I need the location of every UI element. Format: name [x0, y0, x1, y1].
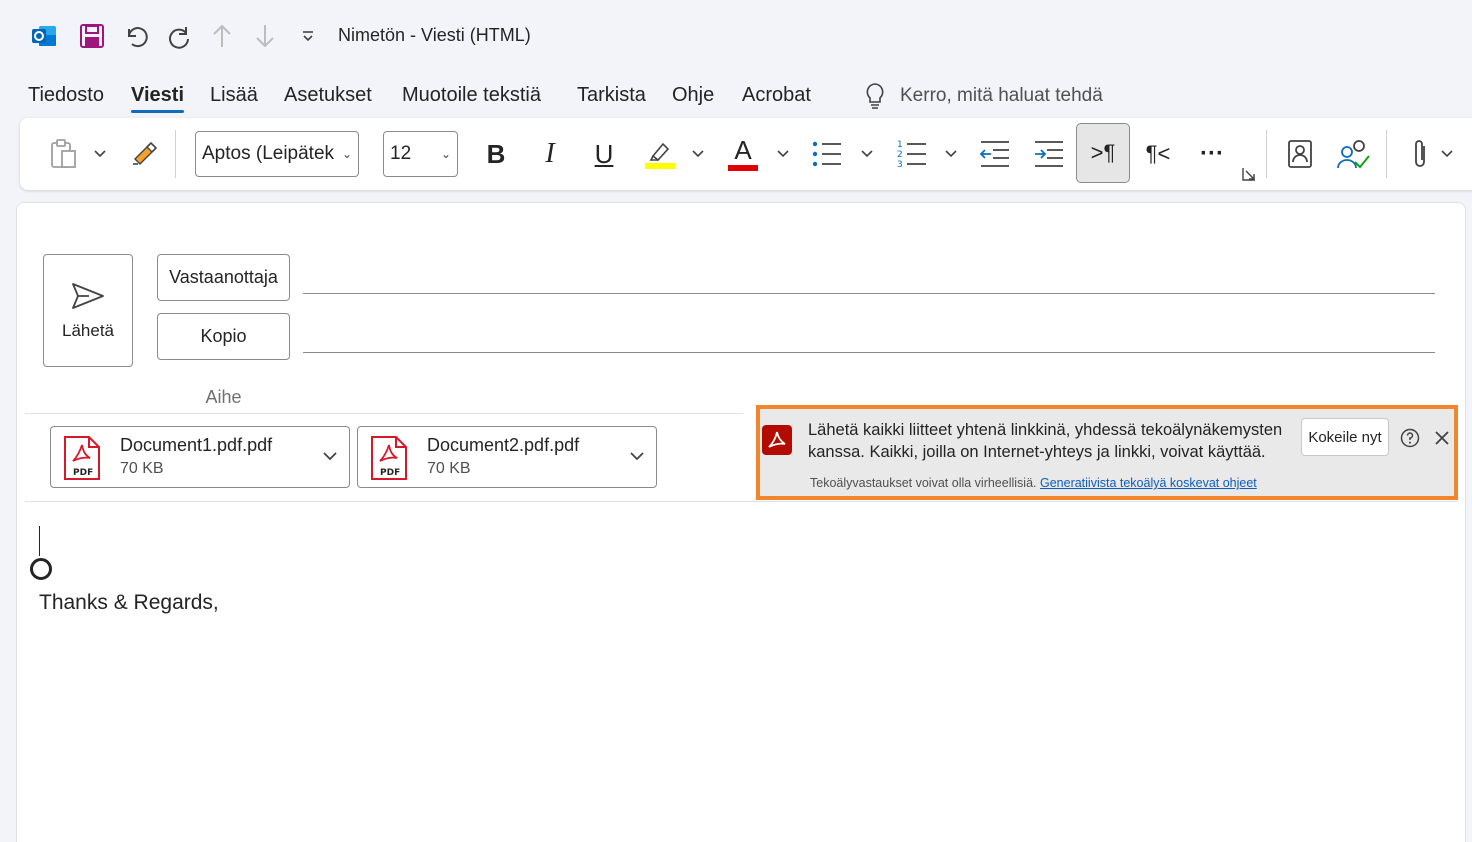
subject-label: Aihe — [205, 387, 242, 407]
banner-disclaimer: Tekoälyvastaukset voivat olla virheellis… — [810, 476, 1257, 490]
rtl-direction-button[interactable]: ¶< — [1138, 134, 1178, 174]
chevron-down-icon[interactable] — [628, 447, 646, 465]
chevron-down-icon[interactable] — [321, 447, 339, 465]
tab-format-text[interactable]: Muotoile tekstiä — [402, 84, 541, 107]
attach-file-icon[interactable] — [1404, 118, 1436, 190]
title-bar: Nimetön - Viesti (HTML) — [0, 0, 1472, 72]
tab-help[interactable]: Ohje — [672, 84, 714, 107]
font-name-select[interactable]: Aptos (Leipätek ⌄ — [195, 131, 359, 177]
cc-button[interactable]: Kopio — [157, 313, 290, 360]
highlight-dropdown-icon[interactable] — [688, 118, 708, 190]
generative-ai-guidelines-link[interactable]: Generatiivista tekoälyä koskevat ohjeet — [1040, 476, 1257, 490]
font-color-label: A — [734, 135, 752, 165]
subject-input[interactable] — [303, 413, 743, 414]
acrobat-banner: Lähetä kaikki liitteet yhtenä linkkinä, … — [756, 405, 1458, 500]
decrease-indent-icon[interactable] — [976, 118, 1014, 190]
italic-button[interactable]: I — [532, 134, 568, 174]
font-color-button[interactable]: A — [724, 118, 762, 190]
tab-options[interactable]: Asetukset — [284, 84, 372, 107]
svg-text:2: 2 — [897, 150, 903, 160]
increase-indent-icon[interactable] — [1030, 118, 1068, 190]
try-now-button[interactable]: Kokeile nyt — [1301, 418, 1389, 456]
attachments-divider — [25, 501, 1457, 502]
tab-message[interactable]: Viesti — [131, 84, 184, 113]
ribbon-separator — [175, 130, 176, 178]
bullet-dropdown-icon[interactable] — [857, 118, 877, 190]
redo-icon[interactable] — [165, 22, 193, 50]
to-button[interactable]: Vastaanottaja — [157, 254, 290, 301]
arrow-up-icon[interactable] — [208, 22, 236, 50]
pdf-file-icon: PDF — [371, 436, 407, 480]
window-title: Nimetön - Viesti (HTML) — [338, 25, 531, 45]
send-label: Lähetä — [62, 320, 114, 340]
font-color-dropdown-icon[interactable] — [773, 118, 793, 190]
tab-review[interactable]: Tarkista — [577, 84, 646, 107]
banner-message: Lähetä kaikki liitteet yhtenä linkkinä, … — [808, 421, 1283, 461]
tab-insert[interactable]: Lisää — [210, 84, 258, 107]
dialog-launcher-icon[interactable] — [1239, 162, 1259, 186]
font-size-select[interactable]: 12 ⌄ — [383, 131, 458, 177]
attach-dropdown-icon[interactable] — [1438, 118, 1456, 190]
format-painter-icon[interactable] — [126, 118, 162, 190]
save-icon[interactable] — [78, 22, 106, 50]
outlook-app-icon — [30, 22, 58, 50]
chevron-down-icon: ⌄ — [440, 147, 451, 161]
tab-acrobat[interactable]: Acrobat — [742, 84, 811, 107]
subject-divider — [25, 413, 303, 414]
attachment-name: Document2.pdf.pdf — [427, 435, 580, 455]
svg-text:3: 3 — [897, 160, 903, 170]
font-size-value: 12 — [390, 143, 412, 164]
font-color-swatch — [728, 165, 758, 171]
svg-text:PDF: PDF — [380, 468, 400, 478]
to-input[interactable] — [303, 293, 1435, 294]
acrobat-logo-icon — [762, 425, 792, 455]
send-icon — [72, 282, 104, 309]
close-icon[interactable] — [1432, 428, 1452, 448]
attachment-item[interactable]: PDF Document2.pdf.pdf 70 KB — [357, 426, 657, 488]
help-icon[interactable] — [1400, 428, 1420, 448]
undo-icon[interactable] — [122, 22, 150, 50]
svg-text:1: 1 — [897, 140, 903, 150]
tab-file[interactable]: Tiedosto — [28, 84, 104, 107]
numbered-dropdown-icon[interactable] — [941, 118, 961, 190]
attachment-size: 70 KB — [427, 460, 471, 477]
ribbon-tabs: Tiedosto Viesti Lisää Asetukset Muotoile… — [0, 80, 1472, 114]
ribbon-separator — [1266, 130, 1267, 178]
attachment-size: 70 KB — [120, 460, 164, 477]
chevron-down-icon: ⌄ — [341, 147, 352, 161]
underline-button[interactable]: U — [586, 134, 622, 174]
ltr-direction-button[interactable]: >¶ — [1076, 123, 1130, 183]
paste-dropdown-icon[interactable] — [90, 118, 110, 190]
text-cursor — [39, 526, 40, 556]
ribbon-toolbar: Aptos (Leipätek ⌄ 12 ⌄ B I U A 123 >¶ ¶< — [20, 118, 1472, 190]
compose-pane: Lähetä Vastaanottaja Kopio Aihe PDF Docu… — [16, 202, 1466, 842]
tell-me-search[interactable]: Kerro, mitä haluat tehdä — [864, 82, 1103, 110]
send-button[interactable]: Lähetä — [43, 254, 133, 367]
svg-text:PDF: PDF — [73, 468, 93, 478]
check-names-icon[interactable] — [1334, 118, 1374, 190]
highlight-color-icon[interactable] — [640, 118, 678, 190]
customize-toolbar-icon[interactable] — [294, 22, 322, 50]
lightbulb-icon — [866, 83, 884, 109]
pdf-file-icon: PDF — [64, 436, 100, 480]
tell-me-placeholder: Kerro, mitä haluat tehdä — [900, 85, 1103, 106]
bold-button[interactable]: B — [478, 134, 514, 174]
paste-icon[interactable] — [44, 118, 84, 190]
more-options-button[interactable]: ··· — [1192, 134, 1232, 174]
numbered-list-icon[interactable]: 123 — [893, 118, 931, 190]
cc-input[interactable] — [303, 352, 1435, 353]
ribbon-separator — [1386, 130, 1387, 178]
address-book-icon[interactable] — [1282, 118, 1318, 190]
font-name-value: Aptos (Leipätek — [202, 143, 335, 164]
insertion-handle[interactable] — [30, 558, 52, 580]
bullet-list-icon[interactable] — [808, 118, 846, 190]
disclaimer-text: Tekoälyvastaukset voivat olla virheellis… — [810, 476, 1037, 490]
attachment-item[interactable]: PDF Document1.pdf.pdf 70 KB — [50, 426, 350, 488]
attachment-name: Document1.pdf.pdf — [120, 435, 273, 455]
ltr-label: >¶ — [1090, 140, 1116, 165]
arrow-down-icon[interactable] — [251, 22, 279, 50]
message-body-signature[interactable]: Thanks & Regards, — [39, 591, 219, 615]
